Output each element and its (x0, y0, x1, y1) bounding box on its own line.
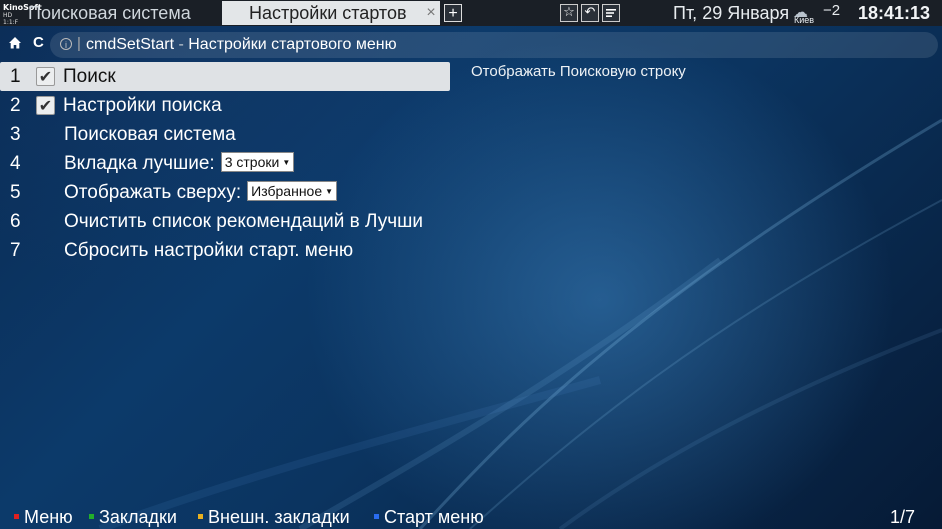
select-value: 3 строки (224, 153, 280, 170)
dropdown-arrow-icon: ▼ (282, 157, 291, 167)
item-label: Поиск (63, 66, 116, 87)
menu-item-reset-settings[interactable]: 7 Сбросить настройки старт. меню (0, 236, 450, 265)
page-indicator: 1/7 (890, 507, 916, 527)
item-number: 7 (10, 240, 21, 261)
weather-city: Киев (794, 15, 815, 25)
tab-start-settings[interactable]: Настройки стартов × (222, 1, 440, 25)
menu-icon[interactable] (602, 4, 620, 22)
item-number: 1 (10, 66, 21, 87)
menu-item-search[interactable]: 1 ✔ Поиск (0, 62, 450, 91)
menu-item-search-engine[interactable]: 3 Поисковая система (0, 120, 450, 149)
settings-menu: 1 ✔ Поиск 2 ✔ Настройки поиска 3 Поисков… (0, 62, 450, 265)
item-number: 6 (10, 211, 21, 232)
home-icon[interactable] (8, 36, 22, 50)
weather-widget: ☁ Киев (792, 2, 818, 25)
url-page-title: Настройки стартового меню (188, 36, 397, 53)
green-key-icon (89, 514, 94, 519)
menu-item-show-on-top[interactable]: 5 Отображать сверху: Избранное ▼ (0, 178, 450, 207)
red-key-icon (14, 514, 19, 519)
url-command: cmdSetStart (86, 36, 175, 53)
hint-bar: Меню Закладки Внешн. закладки Старт меню… (0, 505, 942, 529)
item-label-wrap: Вкладка лучшие: 3 строки ▼ (64, 149, 295, 178)
info-icon[interactable]: i (60, 38, 72, 50)
hint-label: Меню (24, 507, 73, 527)
top-select[interactable]: Избранное ▼ (247, 180, 338, 201)
checkbox[interactable]: ✔ (36, 96, 55, 115)
date-display: Пт, 29 Января (673, 3, 790, 23)
new-tab-button[interactable]: + (444, 4, 462, 22)
hint-bookmarks[interactable]: Закладки (89, 505, 177, 529)
url-divider: | (77, 35, 81, 52)
yellow-key-icon (198, 514, 203, 519)
item-number: 3 (10, 124, 21, 145)
item-number: 4 (10, 153, 21, 174)
hint-label: Старт меню (384, 507, 484, 527)
dropdown-arrow-icon: ▼ (325, 186, 334, 196)
checkbox[interactable]: ✔ (36, 67, 55, 86)
address-bar: C i | cmdSetStart - Настройки стартового… (0, 32, 942, 60)
tab-search-engine[interactable]: Поисковая система (28, 0, 191, 26)
url-separator: - (174, 36, 189, 53)
hint-label: Внешн. закладки (208, 507, 350, 527)
undo-icon[interactable]: ↶ (581, 4, 599, 22)
rows-select[interactable]: 3 строки ▼ (220, 151, 295, 172)
menu-item-search-settings[interactable]: 2 ✔ Настройки поиска (0, 91, 450, 120)
select-value: Избранное (251, 182, 323, 199)
item-label: Вкладка лучшие: (64, 153, 215, 174)
item-number: 2 (10, 95, 21, 116)
item-label-wrap: Отображать сверху: Избранное ▼ (64, 178, 338, 207)
menu-item-best-tab[interactable]: 4 Вкладка лучшие: 3 строки ▼ (0, 149, 450, 178)
app-logo: KinoSoft HD 1:1:F (3, 3, 42, 26)
temperature: −2 (823, 2, 841, 19)
logo-text: KinoSoft (3, 3, 42, 12)
url-field[interactable]: i | cmdSetStart - Настройки стартового м… (50, 32, 938, 58)
item-label: Отображать сверху: (64, 182, 242, 203)
url-text: cmdSetStart - Настройки стартового меню (86, 32, 397, 58)
item-label: Поисковая система (64, 124, 236, 145)
hint-start-menu[interactable]: Старт меню (374, 505, 484, 529)
reload-icon[interactable]: C (33, 34, 44, 51)
blue-key-icon (374, 514, 379, 519)
hint-label: Закладки (99, 507, 177, 527)
item-number: 5 (10, 182, 21, 203)
item-label: Очистить список рекомендаций в Лучши (64, 211, 423, 232)
star-icon[interactable]: ☆ (560, 4, 578, 22)
close-tab-icon[interactable]: × (424, 1, 438, 25)
hint-external-bookmarks[interactable]: Внешн. закладки (198, 505, 350, 529)
logo-subtext: HD 1:1:F (3, 12, 19, 26)
item-description: Отображать Поисковую строку (471, 63, 686, 80)
item-label: Сбросить настройки старт. меню (64, 240, 354, 261)
clock: 18:41:13 (858, 3, 931, 23)
item-label: Настройки поиска (63, 95, 222, 116)
hint-menu[interactable]: Меню (14, 505, 73, 529)
tab-bar: KinoSoft HD 1:1:F Поисковая система Наст… (0, 0, 942, 26)
tab-label: Настройки стартов (249, 3, 407, 23)
menu-item-clear-recommendations[interactable]: 6 Очистить список рекомендаций в Лучши (0, 207, 450, 236)
